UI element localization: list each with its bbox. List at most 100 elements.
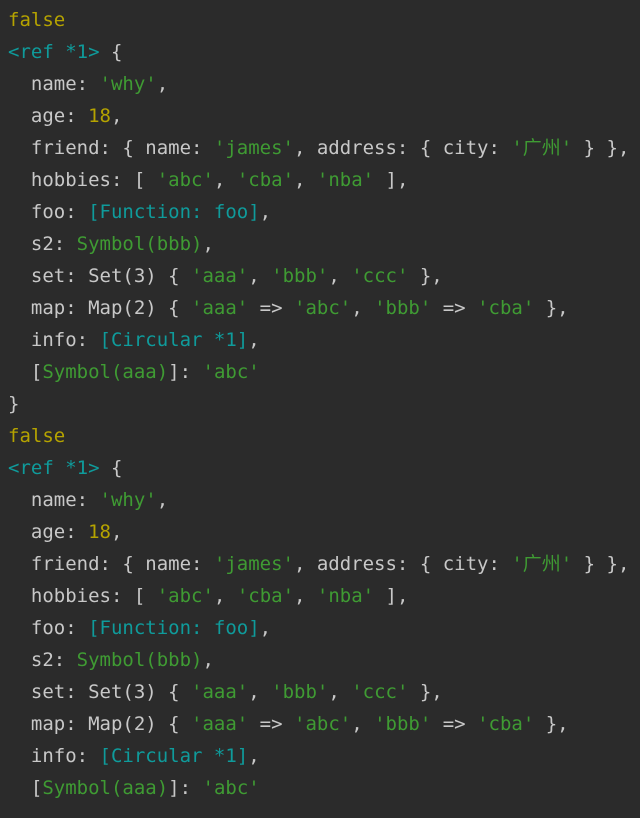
token-string: 'nba': [316, 169, 375, 191]
token-plain: ,: [213, 585, 237, 607]
token-plain: ,: [248, 265, 272, 287]
token-plain: },: [408, 265, 443, 287]
token-plain: map: Map(2) {: [8, 713, 192, 735]
token-cyan: <ref *1>: [8, 457, 100, 479]
token-plain: }: [8, 393, 20, 415]
token-plain: },: [534, 297, 569, 319]
token-string: 'abc': [156, 585, 214, 607]
token-plain: map: Map(2) {: [8, 297, 192, 319]
terminal-line: name: 'why',: [0, 68, 640, 100]
token-string: 'james': [213, 553, 294, 575]
token-plain: [: [8, 777, 43, 799]
token-cyan: [Circular *1]: [99, 745, 249, 767]
token-plain: =>: [248, 297, 294, 319]
token-string: 'ccc': [351, 681, 409, 703]
terminal-line: name: 'why',: [0, 484, 640, 516]
token-bool: false: [8, 9, 66, 31]
terminal-line: friend: { name: 'james', address: { city…: [0, 132, 640, 164]
token-plain: , address: { city:: [293, 553, 512, 575]
terminal-line: info: [Circular *1],: [0, 740, 640, 772]
terminal-line: <ref *1> {: [0, 452, 640, 484]
token-string: 'abc': [202, 361, 260, 383]
token-plain: },: [408, 681, 443, 703]
terminal-line: s2: Symbol(bbb),: [0, 644, 640, 676]
token-plain: age:: [8, 521, 89, 543]
token-plain: info:: [8, 745, 100, 767]
token-string: 'bbb': [374, 713, 432, 735]
token-string: '广州': [511, 137, 573, 159]
terminal-line: hobbies: [ 'abc', 'cba', 'nba' ],: [0, 164, 640, 196]
token-plain: ,: [248, 681, 272, 703]
token-plain: ,: [248, 745, 260, 767]
terminal-line: [Symbol(aaa)]: 'abc': [0, 356, 640, 388]
token-bool: false: [8, 425, 66, 447]
token-string: '广州': [511, 553, 573, 575]
token-plain: ]:: [168, 361, 203, 383]
terminal-line: map: Map(2) { 'aaa' => 'abc', 'bbb' => '…: [0, 708, 640, 740]
token-plain: ,: [328, 681, 352, 703]
token-string: 'bbb': [374, 297, 432, 319]
token-plain: [: [8, 361, 43, 383]
token-plain: friend: { name:: [8, 553, 214, 575]
token-plain: ,: [328, 265, 352, 287]
token-plain: =>: [431, 297, 478, 319]
token-string: 'cba': [236, 585, 295, 607]
token-string: 'abc': [156, 169, 214, 191]
token-string: 'bbb': [271, 265, 329, 287]
token-plain: ,: [156, 489, 169, 511]
terminal-line: s2: Symbol(bbb),: [0, 228, 640, 260]
token-plain: ,: [202, 649, 214, 671]
token-string: 'nba': [316, 585, 375, 607]
token-plain: hobbies: [: [8, 169, 157, 191]
terminal-line: [Symbol(aaa)]: 'abc': [0, 772, 640, 804]
token-num: 18: [88, 105, 111, 127]
token-plain: s2:: [8, 649, 77, 671]
token-string: Symbol(bbb): [76, 649, 203, 671]
token-string: 'aaa': [191, 713, 249, 735]
terminal-line: foo: [Function: foo],: [0, 612, 640, 644]
token-plain: name:: [8, 73, 100, 95]
token-plain: ,: [110, 105, 123, 127]
token-plain: foo:: [8, 617, 89, 639]
terminal-line: map: Map(2) { 'aaa' => 'abc', 'bbb' => '…: [0, 292, 640, 324]
token-plain: ,: [259, 201, 272, 223]
terminal-line: hobbies: [ 'abc', 'cba', 'nba' ],: [0, 580, 640, 612]
token-plain: ,: [202, 233, 214, 255]
token-plain: set: Set(3) {: [8, 265, 192, 287]
token-plain: ,: [110, 521, 123, 543]
terminal-output-pane[interactable]: false <ref *1> { name: 'why', age: 18, fr…: [0, 0, 640, 818]
token-plain: } },: [572, 137, 630, 159]
token-plain: ,: [248, 329, 260, 351]
token-num: 18: [88, 521, 111, 543]
terminal-line: info: [Circular *1],: [0, 324, 640, 356]
token-plain: info:: [8, 329, 100, 351]
terminal-line: set: Set(3) { 'aaa', 'bbb', 'ccc' },: [0, 260, 640, 292]
token-string: 'abc': [202, 777, 260, 799]
token-plain: =>: [248, 713, 294, 735]
token-plain: s2:: [8, 233, 77, 255]
terminal-line: set: Set(3) { 'aaa', 'bbb', 'ccc' },: [0, 676, 640, 708]
token-plain: ,: [351, 297, 375, 319]
terminal-line: age: 18,: [0, 516, 640, 548]
token-plain: ,: [351, 713, 375, 735]
token-plain: } },: [572, 553, 630, 575]
token-plain: set: Set(3) {: [8, 681, 192, 703]
token-string: 'james': [213, 137, 294, 159]
terminal-line: foo: [Function: foo],: [0, 196, 640, 228]
token-string: 'cba': [477, 297, 535, 319]
token-plain: name:: [8, 489, 100, 511]
token-plain: ,: [156, 73, 169, 95]
token-plain: ],: [374, 585, 409, 607]
token-plain: , address: { city:: [293, 137, 512, 159]
token-string: 'aaa': [191, 681, 249, 703]
token-plain: ,: [294, 585, 317, 607]
token-plain: {: [99, 41, 123, 63]
token-string: 'abc': [294, 713, 352, 735]
token-cyan: [Function: foo]: [88, 617, 260, 639]
terminal-line: false: [0, 4, 640, 36]
token-string: 'why': [99, 73, 157, 95]
token-plain: {: [99, 457, 123, 479]
token-string: 'cba': [477, 713, 535, 735]
token-plain: =>: [431, 713, 478, 735]
terminal-line: }: [0, 388, 640, 420]
